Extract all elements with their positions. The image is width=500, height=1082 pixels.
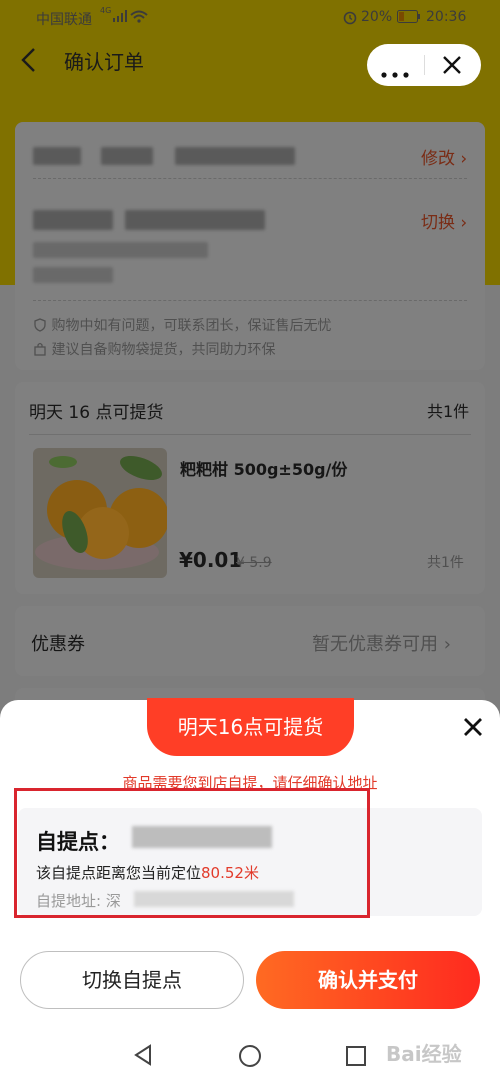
redacted-station-name bbox=[33, 210, 113, 230]
modify-label: 修改 bbox=[421, 149, 455, 169]
pickup-time: 明天 16 点可提货 bbox=[29, 403, 164, 423]
miniprogram-capsule bbox=[367, 44, 481, 86]
product-name: 粑粑柑 500g±50g/份 bbox=[180, 460, 348, 479]
status-bar: 中国联通 4G 20% 20:36 bbox=[0, 0, 500, 34]
alarm-icon bbox=[342, 9, 358, 29]
chevron-left-icon bbox=[21, 48, 35, 72]
chevron-right-icon: › bbox=[455, 213, 468, 233]
redacted-address bbox=[175, 147, 295, 165]
battery-icon bbox=[397, 10, 421, 27]
chevron-right-icon: › bbox=[455, 149, 468, 169]
nav-recents-icon[interactable] bbox=[345, 1045, 367, 1071]
carrier-label: 中国联通 bbox=[36, 12, 92, 28]
divider bbox=[33, 178, 467, 180]
confirm-pay-button[interactable]: 确认并支付 bbox=[256, 951, 480, 1009]
coupon-row[interactable]: 优惠券 暂无优惠券可用 › bbox=[15, 606, 485, 676]
tip-row: 购物中如有问题，可联系团长，保证售后无忧 bbox=[33, 315, 331, 335]
capsule-divider bbox=[424, 55, 425, 75]
product-price: ¥0.01 bbox=[179, 548, 243, 572]
battery-percent: 20% bbox=[361, 9, 393, 25]
watermark: Bai经验 bbox=[386, 1042, 462, 1066]
coupon-value-text: 暂无优惠券可用 bbox=[312, 634, 438, 655]
nav-back-icon[interactable] bbox=[132, 1044, 154, 1070]
back-button[interactable] bbox=[14, 44, 44, 76]
wifi-icon bbox=[130, 10, 148, 27]
tip-text: 购物中如有问题，可联系团长，保证售后无忧 bbox=[51, 318, 332, 334]
coupon-value: 暂无优惠券可用 › bbox=[312, 630, 451, 656]
product-image[interactable] bbox=[33, 448, 167, 578]
sheet-close-button[interactable] bbox=[460, 714, 486, 740]
nav-home-icon[interactable] bbox=[238, 1044, 262, 1072]
redacted-name bbox=[33, 147, 81, 165]
chevron-right-icon: › bbox=[438, 634, 451, 655]
switch-link[interactable]: 切换 › bbox=[421, 208, 467, 233]
address-card: 修改 › 切换 › 购物中如有问题，可联系团长，保证售后无忧 建议自备购物袋提货… bbox=[15, 122, 485, 370]
modify-link[interactable]: 修改 › bbox=[421, 144, 467, 169]
redacted-phone bbox=[101, 147, 153, 165]
close-icon bbox=[464, 718, 482, 736]
more-icon[interactable] bbox=[380, 63, 410, 82]
original-price: ¥ 5.9 bbox=[236, 555, 272, 571]
switch-label: 切换 bbox=[421, 213, 455, 233]
pickup-ribbon: 明天16点可提货 bbox=[147, 698, 354, 756]
close-icon[interactable] bbox=[442, 55, 462, 79]
signal-icon bbox=[113, 10, 129, 26]
redacted-station-name bbox=[125, 210, 265, 230]
tip-text: 建议自备购物袋提货，共同助力环保 bbox=[51, 342, 276, 358]
page-title: 确认订单 bbox=[64, 50, 144, 74]
divider bbox=[33, 300, 467, 302]
clock: 20:36 bbox=[426, 9, 467, 25]
total-count: 共1件 bbox=[427, 402, 470, 421]
tip-row: 建议自备购物袋提货，共同助力环保 bbox=[33, 339, 275, 359]
shield-icon bbox=[33, 318, 51, 334]
redacted-station-address bbox=[33, 267, 113, 283]
switch-pickup-button[interactable]: 切换自提点 bbox=[20, 951, 244, 1009]
divider bbox=[29, 434, 471, 435]
shopping-bag-icon bbox=[33, 342, 51, 358]
product-quantity: 共1件 bbox=[427, 555, 464, 571]
network-label: 4G bbox=[100, 6, 112, 15]
highlight-box bbox=[14, 788, 370, 918]
redacted-station-address bbox=[33, 242, 208, 258]
order-card: 明天 16 点可提货 共1件 粑粑柑 500g±50g/份 ¥0.01 ¥ 5.… bbox=[15, 382, 485, 594]
coupon-label: 优惠券 bbox=[31, 634, 85, 655]
